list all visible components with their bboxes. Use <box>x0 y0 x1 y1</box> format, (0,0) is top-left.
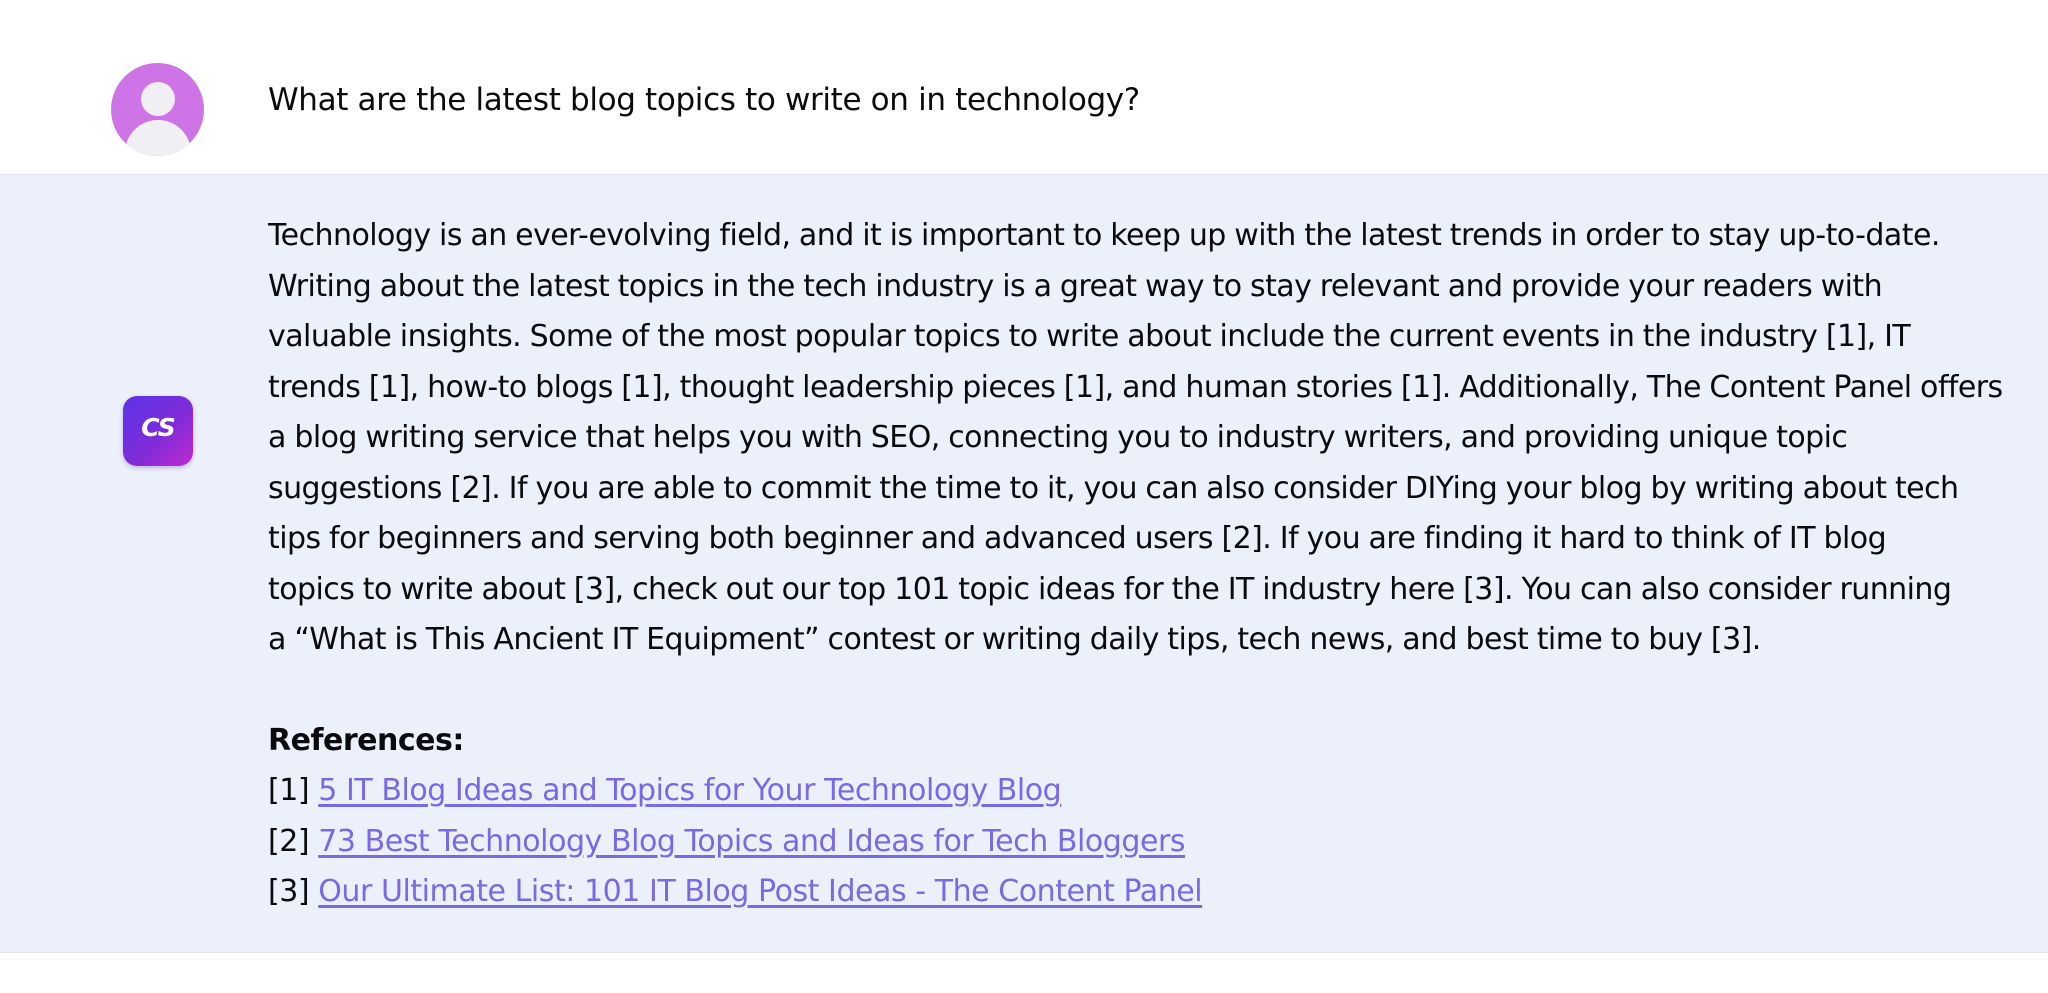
reference-item: [2] 73 Best Technology Blog Topics and I… <box>268 817 1202 868</box>
answer-line: Technology is an ever-evolving field, an… <box>268 218 1940 253</box>
bot-avatar-label: CS <box>141 413 175 442</box>
answer-line: a “What is This Ancient IT Equipment” co… <box>268 622 1761 657</box>
user-avatar <box>111 63 204 156</box>
references-list: [1] 5 IT Blog Ideas and Topics for Your … <box>268 766 1203 918</box>
reference-item: [3] Our Ultimate List: 101 IT Blog Post … <box>268 867 1203 918</box>
answer-line: a blog writing service that helps you wi… <box>268 420 1848 455</box>
references-heading: References: <box>268 723 464 758</box>
reference-marker: [1] <box>268 773 310 808</box>
user-question-text: What are the latest blog topics to write… <box>268 82 1140 118</box>
reference-link[interactable]: 73 Best Technology Blog Topics and Ideas… <box>318 824 1185 859</box>
reference-marker: [2] <box>268 823 310 859</box>
answer-line: suggestions [2]. If you are able to comm… <box>268 470 1959 506</box>
reference-item: [1] 5 IT Blog Ideas and Topics for Your … <box>268 766 1202 817</box>
answer-line: valuable insights. Some of the most popu… <box>268 319 1911 354</box>
bot-answer-text: Technology is an ever-evolving field, an… <box>268 211 2008 666</box>
answer-line: trends [1], how-to blogs [1], thought le… <box>268 369 2003 405</box>
answer-line: Writing about the latest topics in the t… <box>268 268 1883 304</box>
reference-link[interactable]: Our Ultimate List: 101 IT Blog Post Idea… <box>318 874 1202 909</box>
bot-avatar: CS <box>123 396 193 466</box>
answer-line: topics to write about [3], check out our… <box>268 571 1952 607</box>
user-message-row: What are the latest blog topics to write… <box>0 0 2048 175</box>
reference-marker: [3] <box>268 874 310 909</box>
answer-line: tips for beginners and serving both begi… <box>268 521 1887 556</box>
reference-link[interactable]: 5 IT Blog Ideas and Topics for Your Tech… <box>318 773 1061 808</box>
